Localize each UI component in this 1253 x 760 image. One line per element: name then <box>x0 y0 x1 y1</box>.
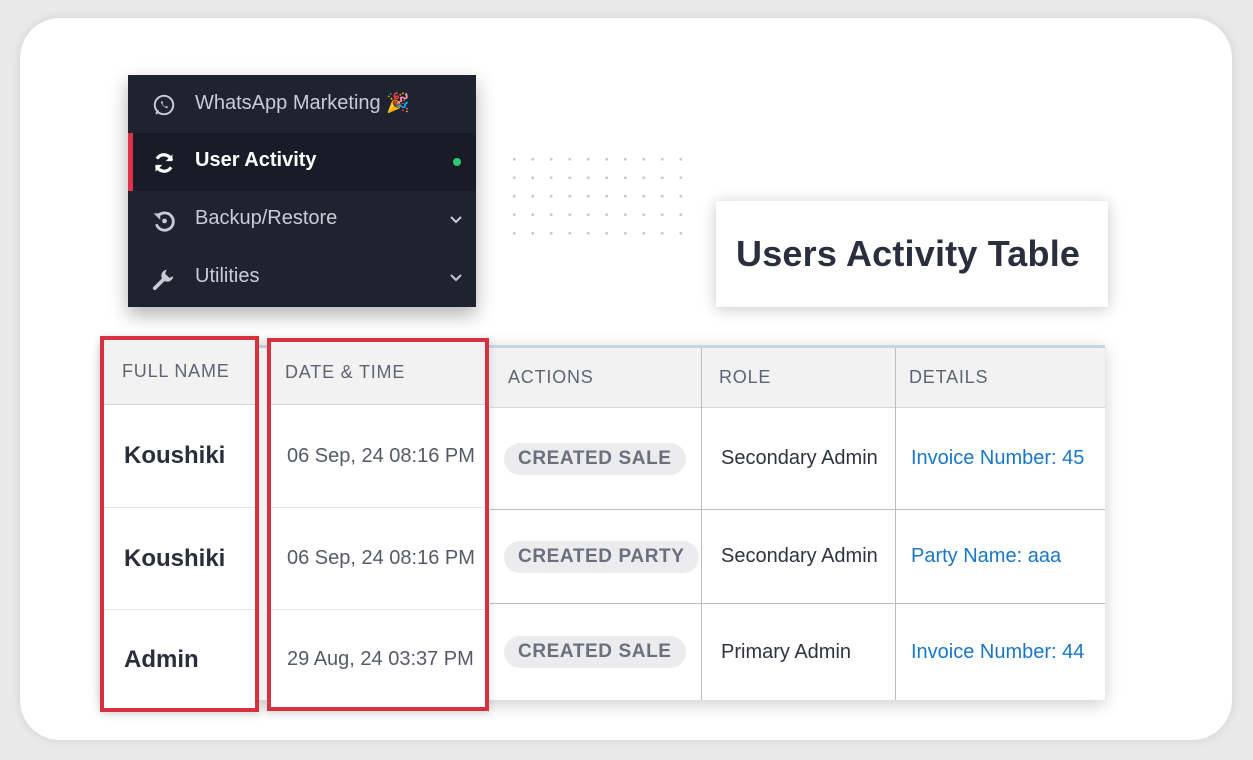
column-header-label: DETAILS <box>909 367 989 387</box>
page-title: Users Activity Table <box>736 233 1081 274</box>
active-indicator-bar <box>128 133 133 191</box>
sidebar-menu: WhatsApp Marketing 🎉 User Activity Backu… <box>128 75 476 307</box>
table-row-role-cell: Secondary Admin <box>721 545 878 567</box>
refresh-icon <box>154 153 174 173</box>
title-box: Users Activity Table <box>716 201 1108 307</box>
sidebar-item-utilities[interactable]: Utilities <box>128 249 476 307</box>
column-header-details[interactable]: DETAILS <box>895 348 1105 408</box>
sidebar-item-user-activity[interactable]: User Activity <box>128 133 476 191</box>
status-dot <box>453 158 461 166</box>
details-link[interactable]: Invoice Number: 45 <box>895 408 1105 509</box>
details-link[interactable]: Invoice Number: 44 <box>895 604 1105 700</box>
column-header-label: ROLE <box>719 367 772 387</box>
highlight-box-full-name <box>100 336 259 712</box>
action-badge: CREATED SALE <box>504 636 686 668</box>
sidebar-item-whatsapp-marketing[interactable]: WhatsApp Marketing 🎉 <box>128 75 476 133</box>
whatsapp-icon <box>153 94 175 116</box>
restore-icon <box>153 211 175 232</box>
action-badge: CREATED PARTY <box>504 540 699 573</box>
column-header-role[interactable]: ROLE <box>701 348 895 408</box>
table-row-role-cell: Primary Admin <box>721 640 852 663</box>
table-row-action-cell: CREATED PARTY <box>490 510 701 603</box>
sidebar-item-label: WhatsApp Marketing 🎉 <box>195 92 410 114</box>
column-header-label: ACTIONS <box>508 367 594 387</box>
table-row-action-cell: CREATED SALE <box>490 408 701 509</box>
sidebar-item-label: Utilities <box>195 265 260 287</box>
party-popper-emoji: 🎉 <box>386 93 410 114</box>
details-link[interactable]: Party Name: aaa <box>895 510 1105 603</box>
highlight-box-date-time <box>267 338 489 711</box>
sidebar-item-label: Backup/Restore <box>195 207 338 229</box>
action-badge: CREATED SALE <box>504 442 686 475</box>
chevron-down-icon[interactable] <box>448 211 464 227</box>
table-row-role-cell: Secondary Admin <box>721 447 878 469</box>
wrench-icon <box>152 269 174 291</box>
sidebar-item-label: User Activity <box>195 149 317 171</box>
decorative-dot-grid <box>505 150 685 250</box>
table-row-action-cell: CREATED SALE <box>490 604 701 700</box>
chevron-down-icon[interactable] <box>448 269 464 285</box>
column-header-actions[interactable]: ACTIONS <box>490 348 701 408</box>
sidebar-item-backup-restore[interactable]: Backup/Restore <box>128 191 476 249</box>
